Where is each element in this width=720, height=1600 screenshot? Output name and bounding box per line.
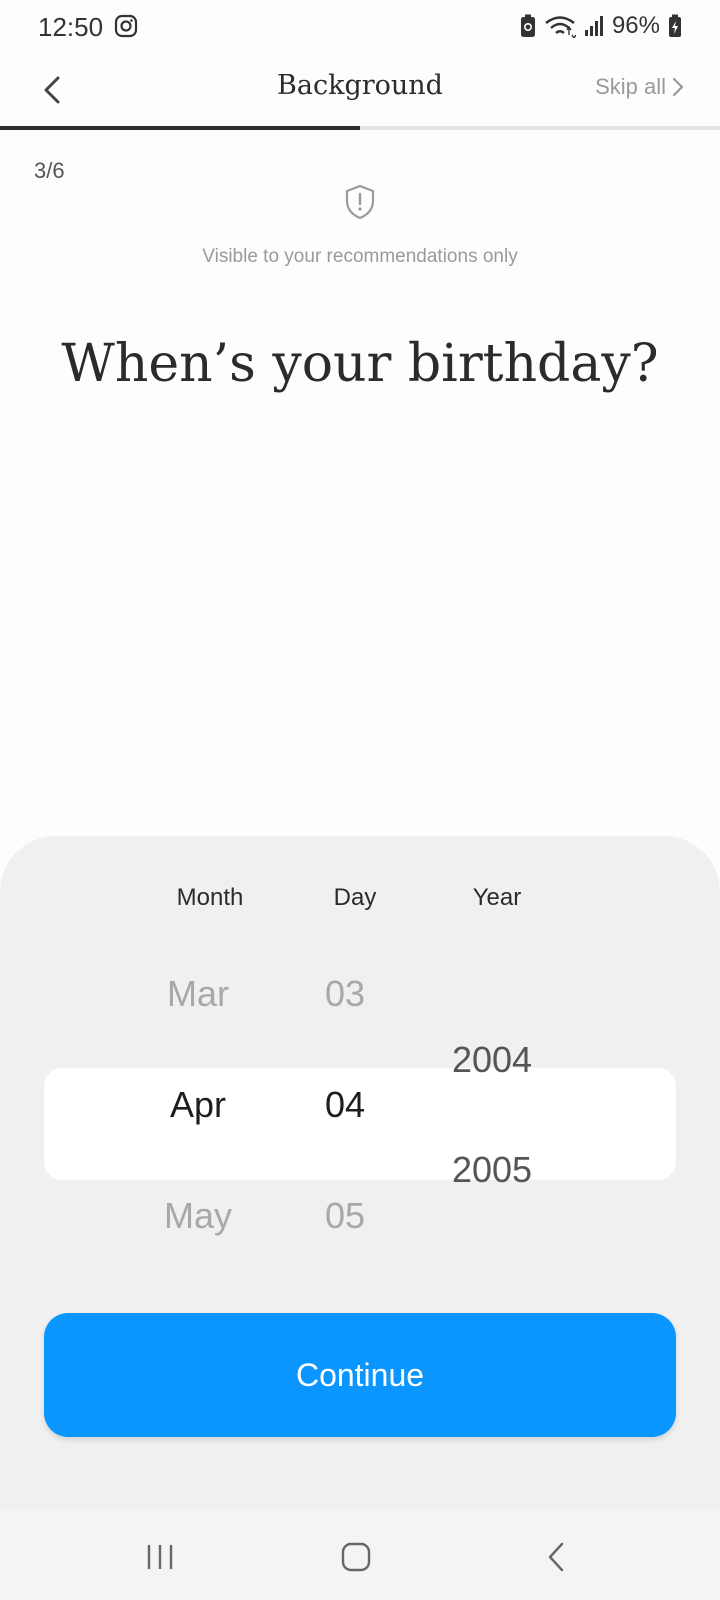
continue-button[interactable]: Continue xyxy=(44,1313,676,1437)
battery-percentage: 96% xyxy=(611,12,660,39)
month-option-selected[interactable]: Apr xyxy=(170,1084,226,1126)
skip-all-button[interactable]: Skip all xyxy=(595,74,684,100)
home-button[interactable] xyxy=(326,1532,386,1582)
status-bar: 12:50 96% xyxy=(0,0,720,56)
status-time: 12:50 xyxy=(38,12,104,42)
day-option-prev[interactable]: 03 xyxy=(325,973,365,1015)
day-option-next[interactable]: 05 xyxy=(325,1195,365,1237)
home-icon xyxy=(341,1542,371,1572)
system-nav-bar xyxy=(0,1510,720,1600)
day-header: Day xyxy=(333,884,377,911)
year-option-lower[interactable]: 2005 xyxy=(452,1149,532,1191)
recent-apps-icon xyxy=(147,1545,173,1569)
status-icons: 96% xyxy=(520,12,682,40)
progress-fill xyxy=(0,126,360,130)
year-header: Year xyxy=(472,884,522,911)
top-bar: Background Skip all xyxy=(0,56,720,128)
recent-apps-button[interactable] xyxy=(130,1532,190,1582)
signal-icon xyxy=(584,16,603,36)
battery-icon xyxy=(669,14,681,37)
progress-bar xyxy=(0,126,720,130)
back-arrow-icon xyxy=(548,1542,564,1572)
instagram-icon xyxy=(114,14,138,38)
shield-icon xyxy=(345,184,375,220)
skip-all-label: Skip all xyxy=(595,74,666,99)
wifi-icon xyxy=(545,16,576,38)
system-back-button[interactable] xyxy=(526,1532,586,1582)
date-picker-sheet: Month Day Year Mar Apr May 03 04 05 2004… xyxy=(0,836,720,1510)
year-option-upper[interactable]: 2004 xyxy=(452,1039,532,1081)
day-option-selected[interactable]: 04 xyxy=(325,1084,365,1126)
month-option-next[interactable]: May xyxy=(164,1195,232,1237)
chevron-right-icon xyxy=(672,77,684,97)
question-heading: When’s your birthday? xyxy=(61,334,659,394)
battery-saver-icon xyxy=(520,14,535,37)
privacy-note: Visible to your recommendations only xyxy=(202,246,518,267)
month-option-prev[interactable]: Mar xyxy=(167,973,229,1015)
month-header: Month xyxy=(176,884,244,911)
step-counter: 3/6 xyxy=(34,158,65,183)
